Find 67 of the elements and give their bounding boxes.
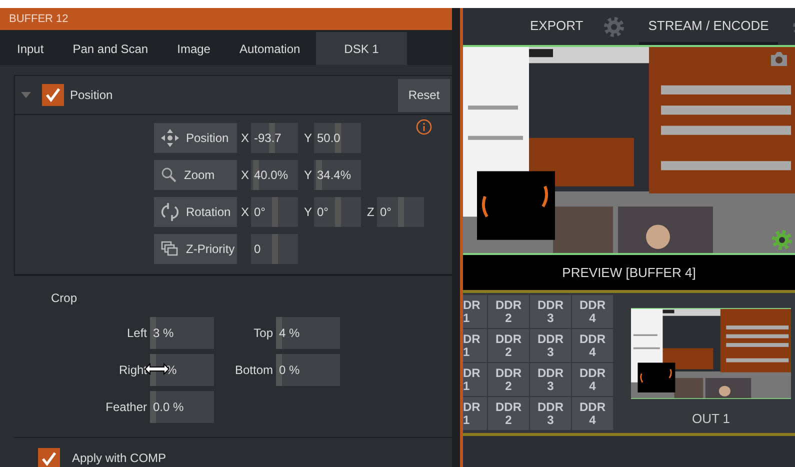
expand-triangle-icon[interactable] <box>21 92 31 98</box>
media-button[interactable]: DR 1 <box>463 363 487 396</box>
media-button[interactable]: DDR 4 <box>572 397 613 430</box>
axis-label: Y <box>304 131 313 145</box>
media-button[interactable]: DDR 3 <box>530 295 571 328</box>
reset-button[interactable]: Reset <box>398 78 450 112</box>
checkbox[interactable] <box>38 448 60 467</box>
media-button[interactable]: DR 1 <box>463 329 487 362</box>
value-field[interactable]: 0.0 % <box>150 391 214 423</box>
rotate-arrows-icon <box>160 203 180 221</box>
field-label: Feather <box>104 400 148 414</box>
axis-label: X <box>241 131 250 145</box>
media-button[interactable]: DDR 4 <box>572 329 613 362</box>
value-field[interactable]: 0° <box>251 197 298 227</box>
output-tab[interactable]: EXPORT <box>524 8 590 45</box>
axis-label: X <box>241 205 250 219</box>
checkbox[interactable] <box>42 84 64 106</box>
media-button[interactable]: DDR 3 <box>530 363 571 396</box>
tab[interactable]: Pan and Scan <box>60 32 162 65</box>
tab[interactable]: Image <box>164 32 224 65</box>
tab[interactable]: DSK 1 <box>316 32 407 65</box>
value-field[interactable]: 34.4% <box>314 160 361 190</box>
media-button[interactable]: DDR 2 <box>488 363 529 396</box>
property-button[interactable]: Z-Priority <box>154 234 237 264</box>
value-field[interactable]: 40.0% <box>251 160 298 190</box>
layers-icon <box>160 240 180 258</box>
axis-label: X <box>241 168 250 182</box>
value-field[interactable]: 50.0 <box>314 123 361 153</box>
settings-icon[interactable] <box>771 229 793 251</box>
section-title: Apply with COMP <box>72 450 168 465</box>
camera-icon[interactable] <box>769 51 789 67</box>
axis-label: Y <box>304 205 313 219</box>
value-field[interactable]: 0 <box>251 234 298 264</box>
tab[interactable]: Automation <box>226 32 314 65</box>
value-field[interactable]: -93.7 <box>251 123 298 153</box>
media-button[interactable]: DDR 4 <box>572 363 613 396</box>
axis-label: Z <box>367 205 376 219</box>
property-button[interactable]: Rotation <box>154 197 237 227</box>
monitor-label: OUT 1 <box>692 411 730 426</box>
monitor-label: PREVIEW [BUFFER 4] <box>463 255 795 290</box>
section-title: Position <box>70 88 114 102</box>
field-label: Right <box>118 363 148 377</box>
media-button[interactable]: DDR 3 <box>530 329 571 362</box>
tab[interactable]: Input <box>4 32 57 65</box>
media-button[interactable]: DR 1 <box>463 397 487 430</box>
property-button[interactable]: Zoom <box>154 160 237 190</box>
value-field[interactable]: 3 % <box>150 317 214 349</box>
value-field[interactable]: 0° <box>314 197 361 227</box>
axis-label: Y <box>304 168 313 182</box>
media-button[interactable]: DDR 2 <box>488 397 529 430</box>
group-label: Crop <box>51 291 78 305</box>
arrows-icon <box>160 128 180 148</box>
media-button[interactable]: DDR 2 <box>488 295 529 328</box>
property-button[interactable]: Position <box>154 123 237 153</box>
field-label: Top <box>252 326 274 340</box>
media-button[interactable]: DR 1 <box>463 295 487 328</box>
media-button[interactable]: DDR 4 <box>572 295 613 328</box>
media-button[interactable]: DDR 3 <box>530 397 571 430</box>
panel-title: BUFFER 12 <box>0 8 452 30</box>
value-field[interactable]: 4 % <box>276 317 340 349</box>
magnifier-icon <box>160 166 178 184</box>
field-label: Bottom <box>234 363 274 377</box>
value-field[interactable]: 0° <box>377 197 424 227</box>
info-icon[interactable] <box>416 119 432 135</box>
media-button[interactable]: DDR 2 <box>488 329 529 362</box>
value-field[interactable]: 0 % <box>276 354 340 386</box>
field-label: Left <box>126 326 148 340</box>
